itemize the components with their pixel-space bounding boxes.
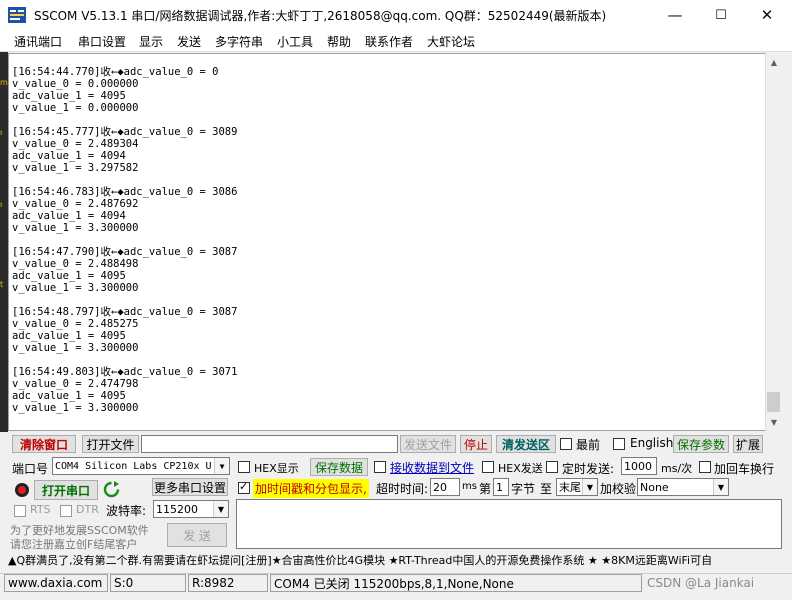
window-title: SSCOM V5.13.1 串口/网络数据调试器,作者:大虾丁丁,2618058… [34, 9, 607, 23]
hex-display-label: HEX显示 [254, 462, 299, 475]
scroll-thumb[interactable] [767, 392, 780, 412]
end-select-value: 末尾 [559, 481, 581, 494]
menu-serial-settings[interactable]: 串口设置 [78, 33, 126, 50]
menu-display[interactable]: 显示 [139, 33, 163, 50]
byte-prefix-label: 第 [479, 482, 492, 496]
status-received-count: R:8982 [188, 574, 268, 592]
scroll-down-arrow-icon[interactable]: ▼ [765, 414, 783, 430]
menu-comm-port[interactable]: 通讯端口 [14, 33, 62, 50]
clear-window-button[interactable]: 清除窗口 [12, 435, 76, 453]
open-file-button[interactable]: 打开文件 [82, 435, 139, 453]
close-button[interactable]: ✕ [744, 0, 790, 30]
minimize-button[interactable]: — [652, 0, 698, 30]
save-data-button[interactable]: 保存数据 [310, 458, 368, 476]
timeout-input[interactable]: 20 [430, 478, 460, 496]
menu-multi-string[interactable]: 多字符串 [215, 33, 263, 50]
checksum-select-value: None [640, 480, 669, 494]
background-glyph: m [0, 78, 8, 87]
send-input-area[interactable] [236, 499, 782, 549]
interval-unit-label: ms/次 [661, 462, 693, 475]
more-port-settings-button[interactable]: 更多串口设置 [152, 478, 228, 496]
background-editor-strip: m ı ı t [0, 52, 8, 432]
hex-display-checkbox[interactable] [238, 461, 250, 473]
menu-tools[interactable]: 小工具 [277, 33, 313, 50]
hex-send-checkbox[interactable] [482, 461, 494, 473]
recv-to-file-checkbox[interactable] [374, 461, 386, 473]
maximize-button[interactable]: ☐ [698, 0, 744, 30]
background-glyph: t [0, 280, 4, 289]
promo-line-2: 请您注册嘉立创F结尾客户 [10, 538, 138, 551]
menu-send[interactable]: 发送 [177, 33, 201, 50]
stop-button[interactable]: 停止 [460, 435, 492, 453]
chevron-down-icon: ▼ [213, 501, 228, 517]
dtr-checkbox[interactable] [60, 505, 72, 517]
checksum-select[interactable]: None ▼ [637, 478, 729, 496]
port-select-value: COM4 Silicon Labs CP210x U [55, 460, 212, 472]
timeout-label: 超时时间: [376, 482, 429, 496]
timeout-unit-label: ms [462, 481, 477, 492]
baud-select-value: 115200 [156, 502, 198, 516]
status-sent-count: S:0 [110, 574, 186, 592]
recv-to-file-label[interactable]: 接收数据到文件 [390, 459, 474, 476]
timestamp-label: 加时间戳和分包显示, [253, 479, 369, 498]
scroll-up-arrow-icon[interactable]: ▲ [765, 54, 783, 70]
port-label: 端口号 [12, 462, 49, 476]
receive-area[interactable]: [16:54:44.770]收←◆adc_value_0 = 0 v_value… [8, 53, 783, 431]
chevron-down-icon: ▼ [214, 458, 229, 474]
sscom-window: SSCOM V5.13.1 串口/网络数据调试器,作者:大虾丁丁,2618058… [0, 0, 792, 600]
receive-log: [16:54:44.770]收←◆adc_value_0 = 0 v_value… [12, 66, 238, 414]
refresh-icon[interactable] [103, 481, 120, 498]
byte-index-input[interactable]: 1 [493, 478, 509, 496]
chevron-down-icon: ▼ [713, 479, 728, 495]
menu-forum[interactable]: 大虾论坛 [427, 33, 475, 50]
send-file-button[interactable]: 发送文件 [400, 435, 456, 453]
baud-select[interactable]: 115200 ▼ [153, 500, 229, 518]
topmost-checkbox[interactable] [560, 438, 572, 450]
port-status-indicator-icon [15, 483, 29, 497]
ad-banner[interactable]: ▲Q群满员了,没有第二个群.有需要请在虾坛提问[注册]★合宙高性价比4G模块 ★… [8, 552, 786, 570]
background-glyph: ı [0, 128, 3, 137]
status-port-state: COM4 已关闭 115200bps,8,1,None,None [270, 574, 642, 592]
timed-send-checkbox[interactable] [546, 461, 558, 473]
file-path-input[interactable] [141, 435, 398, 453]
save-params-button[interactable]: 保存参数 [673, 435, 729, 453]
menu-help[interactable]: 帮助 [327, 33, 351, 50]
receive-scrollbar[interactable] [765, 53, 783, 431]
chevron-down-icon: ▼ [582, 479, 597, 495]
add-crlf-label: 加回车换行 [714, 462, 775, 476]
to-label: 至 [540, 482, 553, 496]
clear-send-button[interactable]: 清发送区 [496, 435, 556, 453]
status-url[interactable]: www.daxia.com [4, 574, 108, 592]
topmost-label: 最前 [576, 438, 601, 452]
timestamp-checkbox[interactable] [238, 480, 250, 494]
hex-send-label: HEX发送 [498, 462, 543, 475]
interval-input[interactable]: 1000 [621, 457, 657, 475]
rts-label: RTS [30, 503, 51, 516]
csdn-watermark: CSDN @La Jiankai [647, 576, 755, 590]
sscom-app-icon [8, 7, 26, 23]
menu-contact-author[interactable]: 联系作者 [365, 33, 413, 50]
background-glyph: ı [0, 200, 3, 209]
baud-label: 波特率: [106, 504, 147, 518]
open-port-button[interactable]: 打开串口 [34, 480, 98, 500]
port-select[interactable]: COM4 Silicon Labs CP210x U ▼ [52, 457, 230, 475]
timed-send-label: 定时发送: [562, 462, 615, 476]
expand-button[interactable]: 扩展 [733, 435, 763, 453]
add-crlf-checkbox[interactable] [699, 461, 711, 473]
end-select[interactable]: 末尾 ▼ [556, 478, 598, 496]
english-checkbox[interactable] [613, 438, 625, 450]
rts-checkbox[interactable] [14, 505, 26, 517]
send-button[interactable]: 发 送 [167, 523, 227, 547]
english-label: English [630, 436, 674, 450]
checksum-label: 加校验 [600, 482, 637, 496]
dtr-label: DTR [76, 503, 99, 516]
byte-suffix-label: 字节 [511, 482, 536, 496]
